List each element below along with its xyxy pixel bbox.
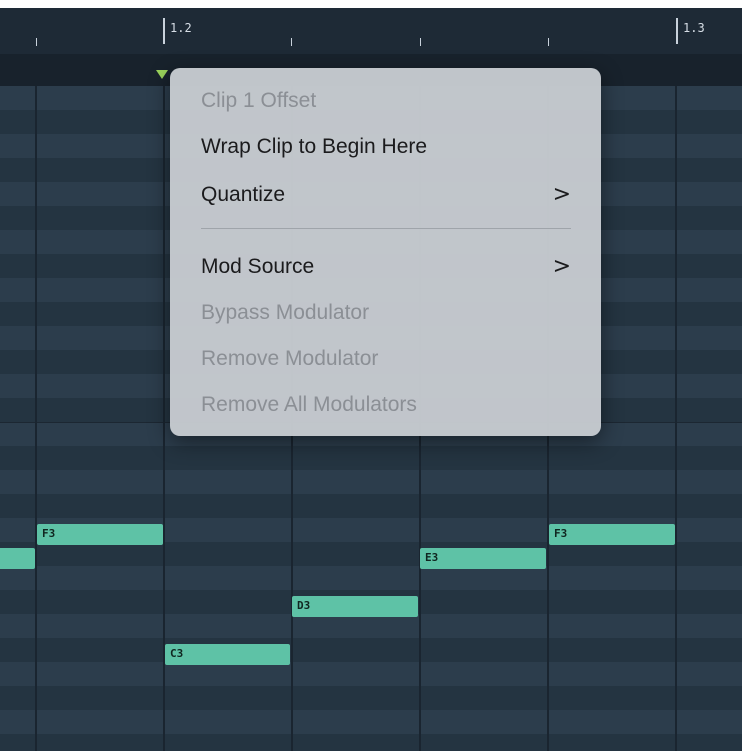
bar-label-1-3: 1.3: [683, 21, 705, 35]
menu-item-label: Quantize: [201, 183, 286, 206]
menu-item-label: Clip 1 Offset: [201, 89, 317, 112]
menu-item-label: Remove All Modulators: [201, 393, 417, 416]
grid-row: [0, 494, 742, 518]
bar-line-1-3: [676, 18, 678, 44]
menu-item-wrap-clip[interactable]: Wrap Clip to Begin Here: [201, 130, 571, 164]
menu-item-bypass-modulator: Bypass Modulator: [201, 296, 571, 330]
note-f3[interactable]: F3: [37, 524, 163, 545]
piano-roll-editor[interactable]: 1.2 1.3 F3 C3 D3 E3 F3 Clip 1 Offset Wra…: [0, 0, 742, 751]
note-label: F3: [42, 527, 56, 540]
note-label: C3: [170, 647, 184, 660]
menu-item-clip-offset: Clip 1 Offset: [201, 84, 571, 118]
clip-start-marker-icon[interactable]: [156, 70, 168, 79]
grid-row: [0, 686, 742, 710]
grid-row: [0, 734, 742, 751]
bar-line-1-2: [163, 18, 165, 44]
grid-row: [0, 566, 742, 590]
ruler-tick: [36, 38, 37, 46]
grid-row: [0, 638, 742, 662]
grid-row: [0, 470, 742, 494]
ruler-tick: [548, 38, 549, 46]
timeline-ruler[interactable]: 1.2 1.3: [0, 0, 742, 54]
grid-row: [0, 446, 742, 470]
grid-row: [0, 614, 742, 638]
bar-label-1-2: 1.2: [170, 21, 192, 35]
note-f3[interactable]: F3: [549, 524, 675, 545]
grid-row: [0, 542, 742, 566]
note-e3[interactable]: E3: [420, 548, 546, 569]
menu-item-label: Wrap Clip to Begin Here: [201, 135, 428, 158]
menu-item-remove-modulator: Remove Modulator: [201, 342, 571, 376]
ruler-tick: [420, 38, 421, 46]
menu-item-quantize[interactable]: Quantize >: [201, 178, 571, 212]
menu-item-mod-source[interactable]: Mod Source >: [201, 250, 571, 284]
ruler-tick: [291, 38, 292, 46]
menu-item-label: Bypass Modulator: [201, 301, 370, 324]
note-d3[interactable]: D3: [292, 596, 418, 617]
beat-line: [35, 86, 37, 751]
menu-item-label: Remove Modulator: [201, 347, 379, 370]
note-c3[interactable]: C3: [165, 644, 290, 665]
note-label: E3: [425, 551, 439, 564]
chevron-right-icon: >: [552, 182, 571, 207]
chevron-right-icon: >: [552, 254, 571, 279]
context-menu: Clip 1 Offset Wrap Clip to Begin Here Qu…: [170, 68, 601, 436]
note-partial[interactable]: [0, 548, 35, 569]
menu-item-remove-all-modulators: Remove All Modulators: [201, 388, 571, 422]
note-label: D3: [297, 599, 311, 612]
menu-separator: [201, 228, 571, 229]
grid-row: [0, 710, 742, 734]
grid-row: [0, 662, 742, 686]
note-label: F3: [554, 527, 568, 540]
menu-item-label: Mod Source: [201, 255, 315, 278]
bar-line: [675, 86, 677, 751]
